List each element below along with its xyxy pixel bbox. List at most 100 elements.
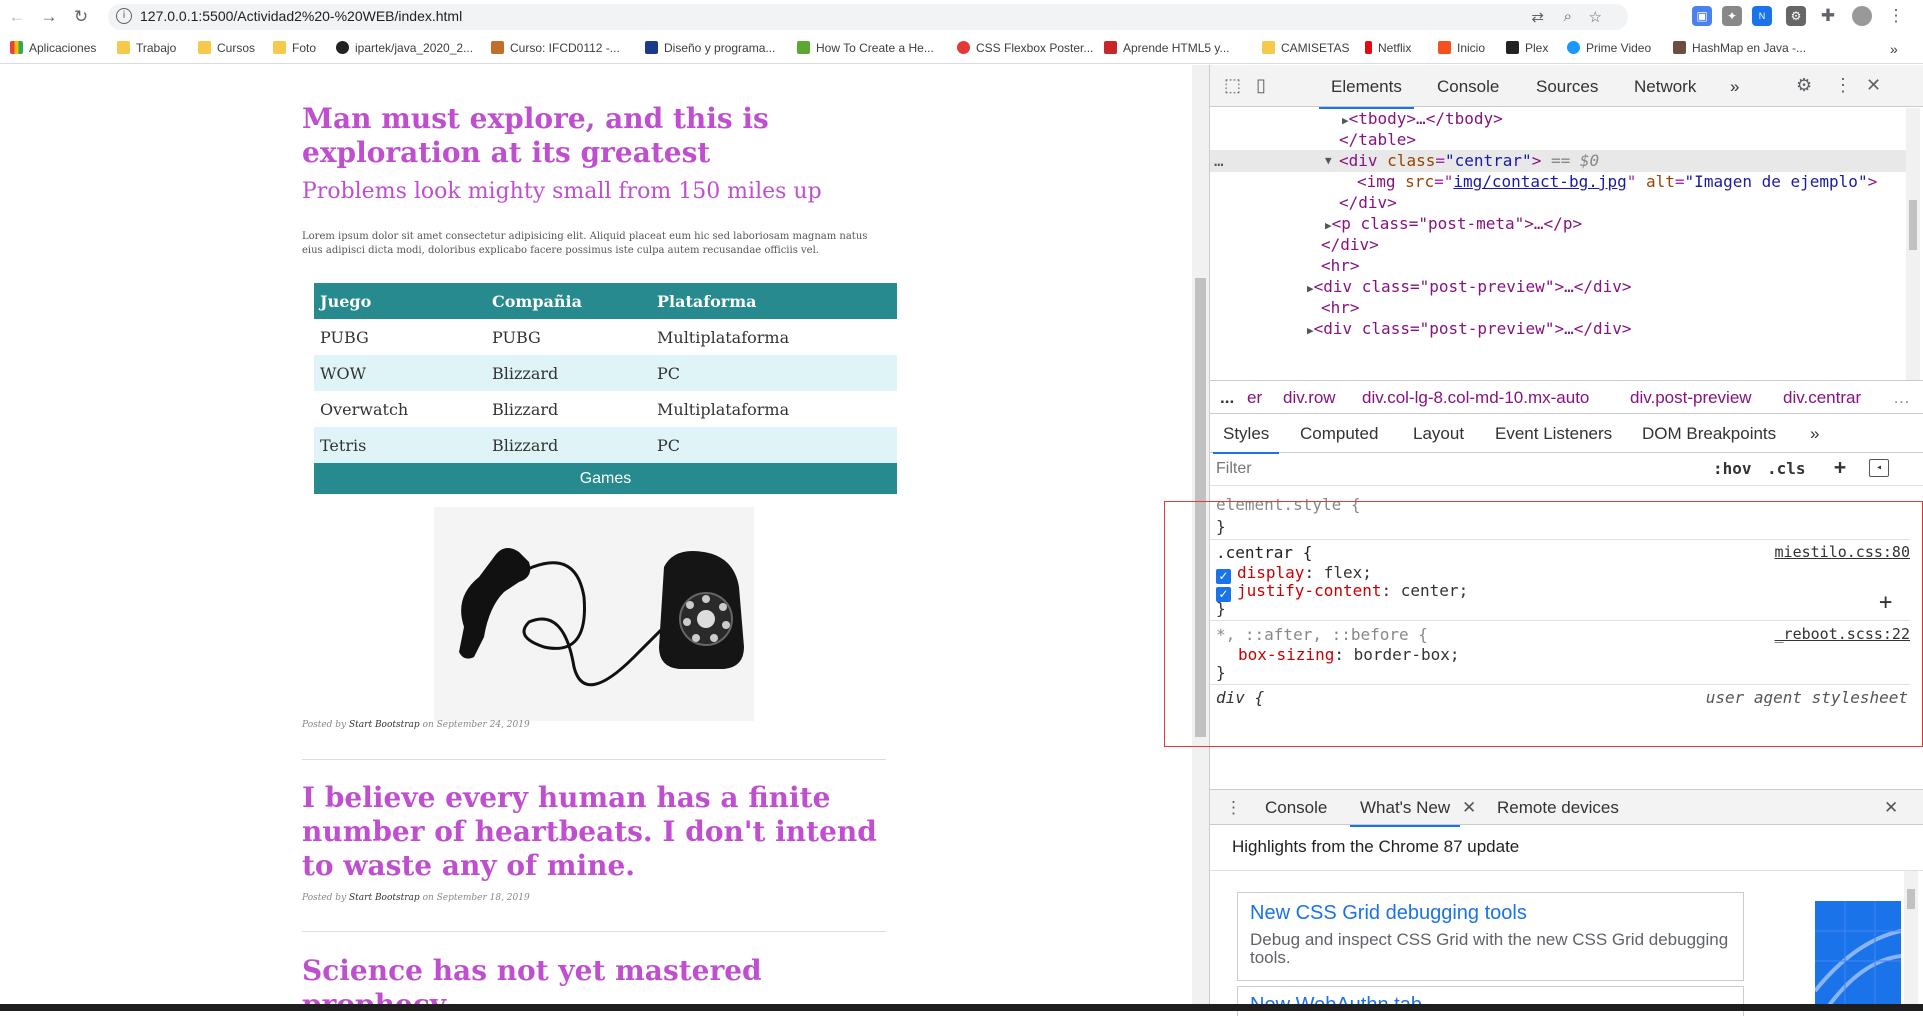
tab-console[interactable]: Console: [1437, 77, 1499, 97]
tab-layout[interactable]: Layout: [1413, 424, 1464, 444]
scrollbar-thumb[interactable]: [1909, 200, 1917, 250]
extension-icon[interactable]: ✦: [1722, 6, 1742, 26]
author-link[interactable]: Start Bootstrap: [349, 720, 420, 730]
bookmark-cursos[interactable]: Cursos: [198, 41, 255, 55]
dom-node[interactable]: </div>: [1321, 234, 1379, 256]
forward-arrow-icon[interactable]: →: [38, 6, 60, 28]
bookmark-howto[interactable]: How To Create a He...: [797, 41, 934, 55]
bookmark-github[interactable]: ipartek/java_2020_2...: [336, 41, 473, 55]
tab-styles[interactable]: Styles: [1212, 424, 1280, 454]
drawer-tab-console[interactable]: Console: [1265, 798, 1327, 818]
url-text[interactable]: 127.0.0.1:5500/Actividad2%20-%20WEB/inde…: [140, 8, 462, 24]
avatar[interactable]: [1852, 6, 1872, 26]
bookmark-curso[interactable]: Curso: IFCD0112 -...: [491, 41, 620, 55]
bookmark-netflix[interactable]: Netflix: [1365, 41, 1411, 55]
tab-event-listeners[interactable]: Event Listeners: [1495, 424, 1612, 444]
bookmark-inicio[interactable]: Inicio: [1438, 41, 1485, 55]
bookmark-diseno[interactable]: Diseño y programa...: [645, 41, 775, 55]
drawer-tab-remote-devices[interactable]: Remote devices: [1497, 798, 1619, 818]
bookmark-camisetas[interactable]: CAMISETAS: [1262, 41, 1349, 55]
tab-computed[interactable]: Computed: [1300, 424, 1378, 444]
post-title[interactable]: Man must explore, and this is exploratio…: [302, 102, 902, 170]
breadcrumb-item[interactable]: er: [1247, 388, 1262, 408]
scrollbar-thumb[interactable]: [1907, 889, 1915, 909]
more-tabs-icon[interactable]: »: [1730, 77, 1739, 97]
back-arrow-icon[interactable]: ←: [6, 6, 28, 28]
collapse-arrow-icon[interactable]: ▼: [1325, 150, 1332, 172]
whats-new-card[interactable]: New CSS Grid debugging tools Debug and i…: [1237, 892, 1744, 981]
drawer-menu-icon[interactable]: ⋮: [1225, 798, 1242, 818]
close-tab-icon[interactable]: ✕: [1462, 798, 1476, 818]
inspect-icon[interactable]: ⬚: [1224, 75, 1241, 96]
dom-node[interactable]: </div>: [1339, 192, 1397, 214]
dom-node[interactable]: <img src="img/contact-bg.jpg" alt="Image…: [1357, 171, 1877, 193]
address-bar[interactable]: i 127.0.0.1:5500/Actividad2%20-%20WEB/in…: [108, 4, 1628, 30]
post-subtitle[interactable]: Problems look mighty small from 150 mile…: [302, 179, 822, 204]
table-header: Plataforma: [651, 283, 897, 319]
device-toolbar-icon[interactable]: ▯: [1256, 75, 1266, 96]
new-extension-icon[interactable]: N: [1752, 6, 1772, 26]
settings-extension-icon[interactable]: ⚙: [1786, 6, 1806, 26]
breadcrumb-more[interactable]: …: [1893, 388, 1910, 408]
author-link[interactable]: Start Bootstrap: [349, 893, 420, 903]
cls-toggle[interactable]: .cls: [1767, 459, 1806, 478]
img-src-link[interactable]: img/contact-bg.jpg: [1453, 172, 1626, 191]
bookmark-hashmap[interactable]: HashMap en Java -...: [1673, 41, 1806, 55]
breadcrumb-item[interactable]: div.col-lg-8.col-md-10.mx-auto: [1362, 388, 1589, 408]
puzzle-icon[interactable]: ✚: [1818, 6, 1838, 26]
more-icon[interactable]: …: [1214, 150, 1224, 172]
card-title[interactable]: New CSS Grid debugging tools: [1250, 902, 1527, 925]
drawer-scrollbar[interactable]: [1904, 871, 1918, 1011]
bookmarks-overflow-icon[interactable]: »: [1890, 41, 1898, 57]
info-icon[interactable]: i: [116, 8, 132, 24]
dom-node[interactable]: <hr>: [1321, 297, 1360, 319]
toggle-sidebar-icon[interactable]: ◂: [1869, 459, 1889, 477]
star-icon[interactable]: ☆: [1589, 8, 1602, 26]
bookmark-prime[interactable]: Prime Video: [1567, 41, 1651, 55]
menu-dots-icon[interactable]: ⋮: [1886, 6, 1906, 26]
bookmark-html5[interactable]: Aprende HTML5 y...: [1104, 41, 1230, 55]
whats-new-card[interactable]: New WebAuthn tab: [1237, 986, 1744, 1016]
kebab-menu-icon[interactable]: ⋮: [1834, 75, 1852, 96]
bookmark-trabajo[interactable]: Trabajo: [117, 41, 176, 55]
expand-arrow-icon[interactable]: ▶: [1342, 114, 1349, 127]
bookmark-apps[interactable]: Aplicaciones: [10, 41, 96, 55]
dom-node[interactable]: ▶<div class="post-preview">…</div>: [1307, 318, 1632, 340]
gear-icon[interactable]: ⚙: [1796, 75, 1812, 96]
dom-node[interactable]: ▶<p class="post-meta">…</p>: [1325, 213, 1582, 235]
breadcrumb-more[interactable]: ...: [1220, 388, 1234, 408]
translate-icon[interactable]: ⇄: [1531, 8, 1544, 26]
bookmark-plex[interactable]: Plex: [1506, 41, 1548, 55]
drawer-tab-whats-new[interactable]: What's New: [1349, 798, 1461, 827]
dom-scrollbar[interactable]: [1906, 108, 1920, 380]
close-icon[interactable]: ✕: [1866, 75, 1881, 96]
breadcrumb-item-selected[interactable]: div.centrar: [1783, 388, 1861, 408]
dom-node[interactable]: </table>: [1339, 129, 1416, 151]
post-title[interactable]: I believe every human has a finite numbe…: [302, 781, 902, 883]
tab-network[interactable]: Network: [1634, 77, 1696, 97]
expand-arrow-icon[interactable]: ▶: [1307, 282, 1314, 295]
close-drawer-icon[interactable]: ✕: [1884, 798, 1898, 818]
styles-filter-input[interactable]: [1216, 458, 1716, 480]
reload-icon[interactable]: ↻: [70, 6, 92, 28]
new-rule-button[interactable]: +: [1834, 455, 1846, 479]
camera-extension-icon[interactable]: ▣: [1692, 6, 1712, 26]
tab-elements[interactable]: Elements: [1319, 77, 1414, 109]
breadcrumb-item[interactable]: div.row: [1283, 388, 1336, 408]
expand-arrow-icon[interactable]: ▶: [1307, 324, 1314, 337]
table-cell: Multiplataforma: [657, 327, 790, 347]
bookmark-flexbox[interactable]: CSS Flexbox Poster...: [957, 41, 1093, 55]
dom-node[interactable]: ▶<div class="post-preview">…</div>: [1307, 276, 1632, 298]
dom-node[interactable]: ▶<tbody>…</tbody>: [1342, 108, 1503, 130]
tab-sources[interactable]: Sources: [1536, 77, 1598, 97]
hov-toggle[interactable]: :hov: [1713, 459, 1752, 478]
expand-arrow-icon[interactable]: ▶: [1325, 219, 1332, 232]
more-subtabs-icon[interactable]: »: [1810, 424, 1819, 444]
bookmark-foto[interactable]: Foto: [273, 41, 316, 55]
tab-dom-breakpoints[interactable]: DOM Breakpoints: [1642, 424, 1776, 444]
post-title[interactable]: Science has not yet mastered prophecy: [302, 954, 902, 1004]
zoom-icon[interactable]: ⌕: [1564, 8, 1572, 25]
breadcrumb-item[interactable]: div.post-preview: [1630, 388, 1752, 408]
dom-node-selected[interactable]: … ▼ <div class="centrar"> == $0: [1210, 150, 1906, 172]
dom-node[interactable]: <hr>: [1321, 255, 1360, 277]
